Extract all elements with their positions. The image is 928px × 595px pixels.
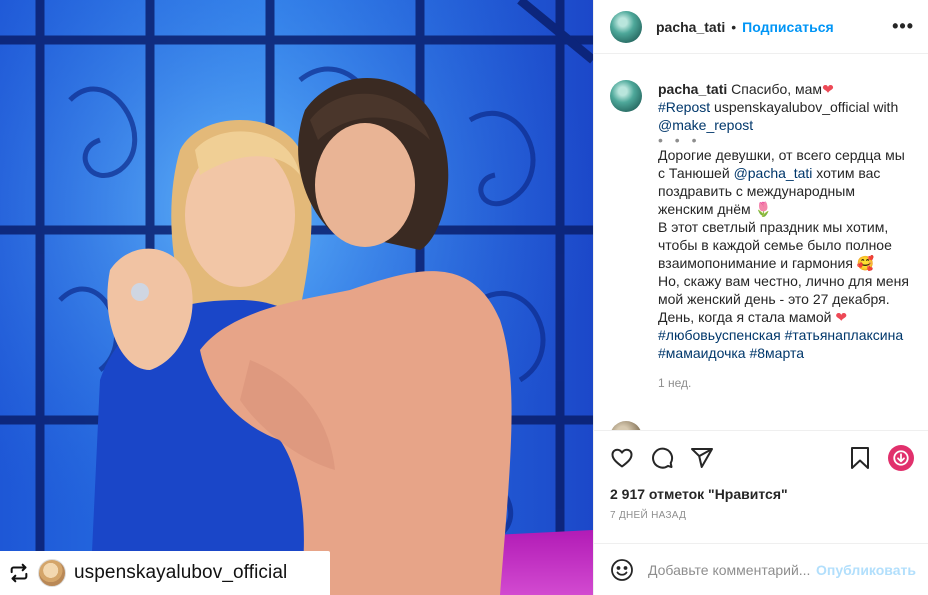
caption-line: Но, скажу вам честно, лично для меня	[658, 273, 909, 289]
hashtag-link[interactable]: #Repost	[658, 99, 710, 115]
repost-icon	[8, 562, 30, 584]
repost-bar: uspenskayalubov_official	[0, 551, 330, 595]
smile-emoji: 🥰	[856, 255, 875, 271]
add-comment-bar: Опубликовать	[594, 543, 928, 595]
caption-line: В этот светлый праздник мы хотим,	[658, 219, 889, 235]
hashtag-links[interactable]: #любовьуспенская #татьянаплаксина	[658, 326, 910, 344]
caption-text: взаимопонимание и гармония	[658, 255, 857, 271]
caption-line: поздравить с международным	[658, 183, 855, 199]
caption-line: с Танюшей @pacha_tati хотим вас	[658, 164, 910, 182]
comments-area[interactable]: pacha_tati Спасибо, мам❤ #Repost uspensk…	[594, 54, 928, 430]
post-photo[interactable]: uspenskayalubov_official	[0, 0, 593, 595]
post-container: uspenskayalubov_official pacha_tati • По…	[0, 0, 928, 595]
more-options-icon[interactable]: •••	[892, 16, 914, 37]
comment-input[interactable]	[648, 561, 816, 578]
caption-line: День, когда я стала мамой ❤	[658, 308, 910, 326]
caption-username[interactable]: pacha_tati	[658, 81, 727, 97]
bookmark-icon[interactable]	[848, 446, 872, 470]
caption-line: чтобы в каждой семье было полное	[658, 237, 892, 253]
caption-line: #Repost uspenskayalubov_official with	[658, 98, 910, 116]
next-comment-preview	[610, 421, 858, 430]
post-header: pacha_tati • Подписаться •••	[594, 0, 928, 54]
hashtag-links[interactable]: #мамаидочка #8марта	[658, 344, 910, 362]
caption-line: взаимопонимание и гармония 🥰	[658, 254, 910, 272]
caption-text: uspenskayalubov_official with	[710, 99, 899, 115]
caption-body: pacha_tati Спасибо, мам❤ #Repost uspensk…	[658, 80, 910, 392]
caption: pacha_tati Спасибо, мам❤ #Repost uspensk…	[610, 80, 912, 392]
caption-line: мой женский день - это 27 декабря.	[658, 291, 890, 307]
post-image	[0, 0, 593, 595]
caption-text: женским днём	[658, 201, 755, 217]
follow-button[interactable]: Подписаться	[742, 19, 834, 35]
caption-text: с Танюшей	[658, 165, 734, 181]
author-avatar[interactable]	[610, 10, 642, 43]
caption-line: Дорогие девушки, от всего сердца мы	[658, 147, 905, 163]
emoji-icon[interactable]	[610, 557, 634, 583]
likes-count[interactable]: 2 917 отметок "Нравится"	[594, 484, 928, 502]
caption-line: pacha_tati Спасибо, мам❤	[658, 80, 910, 98]
like-heart-icon[interactable]	[610, 446, 634, 470]
caption-avatar[interactable]	[610, 80, 642, 112]
heart-emoji: ❤	[835, 309, 848, 325]
caption-text: День, когда я стала мамой	[658, 309, 836, 325]
comment-icon[interactable]	[650, 446, 674, 470]
download-icon[interactable]	[888, 444, 914, 471]
caption-bullets: • • •	[658, 132, 701, 148]
mention-link[interactable]: @pacha_tati	[734, 165, 813, 181]
post-date[interactable]: 7 ДНЕЙ НАЗАД	[594, 502, 928, 521]
heart-emoji: ❤	[822, 81, 834, 97]
post-sidebar: pacha_tati • Подписаться ••• pacha_tati …	[593, 0, 928, 595]
share-icon[interactable]	[690, 446, 714, 470]
author-username[interactable]: pacha_tati	[656, 19, 725, 35]
tulip-emoji: 🌷	[754, 201, 772, 217]
publish-button[interactable]: Опубликовать	[816, 562, 916, 578]
caption-line: женским днём 🌷	[658, 200, 910, 218]
repost-avatar	[38, 559, 66, 587]
mention-link[interactable]: @make_repost	[658, 117, 753, 133]
caption-text: Спасибо, мам	[727, 81, 823, 97]
separator-dot: •	[731, 18, 737, 35]
commenter-avatar[interactable]	[610, 421, 642, 430]
repost-username: uspenskayalubov_official	[74, 562, 288, 583]
caption-text: хотим вас	[812, 165, 881, 181]
caption-time[interactable]: 1 нед.	[658, 374, 910, 392]
action-bar	[594, 430, 928, 484]
